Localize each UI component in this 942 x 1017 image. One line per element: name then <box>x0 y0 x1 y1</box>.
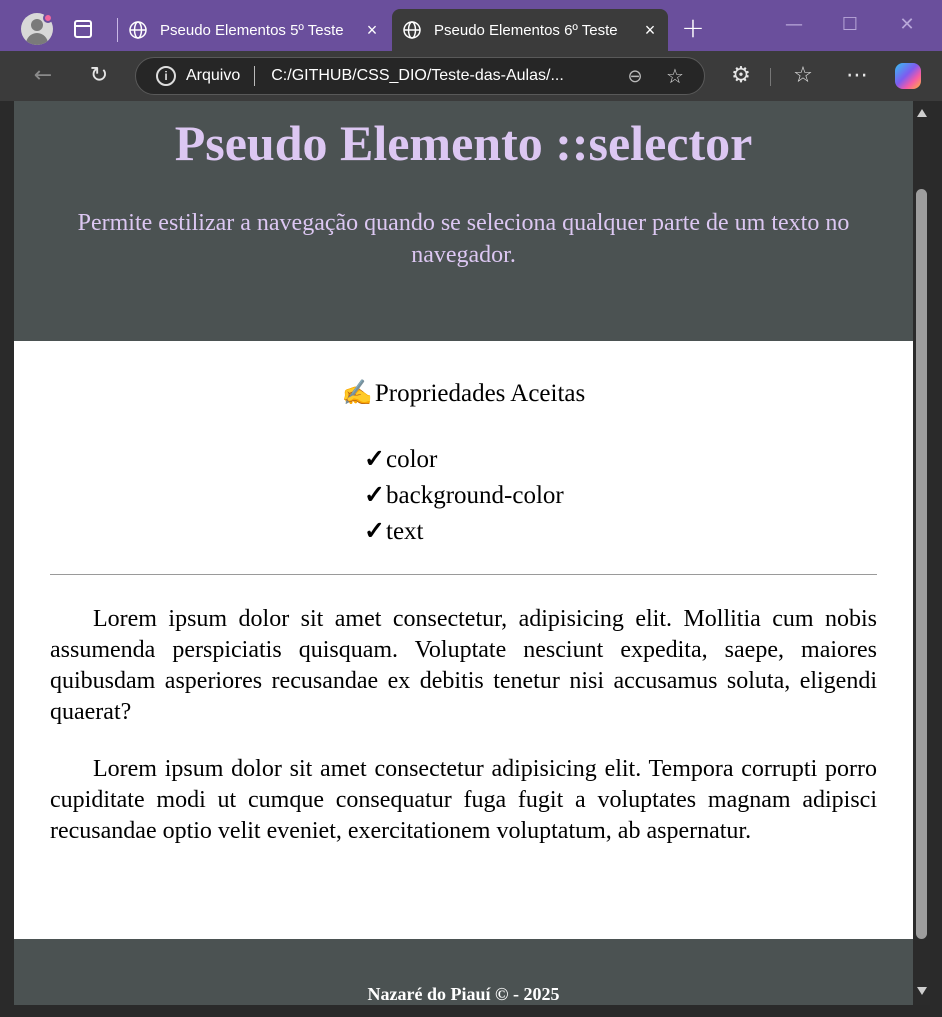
check-icon: ✓ <box>364 446 385 473</box>
window-frame-right <box>930 101 942 1017</box>
page-viewport: Pseudo Elemento ::selector Permite estil… <box>14 101 913 1017</box>
copilot-icon[interactable] <box>895 63 921 89</box>
close-tab-icon[interactable]: × <box>638 18 662 42</box>
window-frame-left <box>0 101 14 1017</box>
accepted-properties-section: ✍️Propriedades Aceitas ✓color ✓backgroun… <box>14 379 913 545</box>
properties-title: Propriedades Aceitas <box>374 380 586 407</box>
horizontal-divider <box>50 574 877 575</box>
properties-list: ✓color ✓background-color ✓text <box>364 442 564 550</box>
more-options-icon[interactable]: ⋯ <box>842 61 872 91</box>
address-bar[interactable]: i Arquivo C:/GITHUB/CSS_DIO/Teste-das-Au… <box>135 57 705 95</box>
page-description: Permite estilizar a navegação quando se … <box>77 210 850 268</box>
profile-notification-badge <box>43 13 53 23</box>
tab-label: Pseudo Elementos 5º Teste <box>160 21 344 39</box>
properties-heading: ✍️Propriedades Aceitas <box>14 379 913 413</box>
window-close-button[interactable]: ✕ <box>893 14 921 38</box>
minimize-button[interactable]: — <box>780 14 808 38</box>
address-url[interactable]: C:/GITHUB/CSS_DIO/Teste-das-Aulas/... <box>271 67 620 85</box>
property-label: text <box>386 518 424 545</box>
globe-icon <box>403 21 421 39</box>
title-bar: Pseudo Elementos 5º Teste × Pseudo Eleme… <box>0 0 942 51</box>
scroll-up-arrow-icon[interactable] <box>917 109 927 117</box>
list-item: ✓background-color <box>364 478 564 514</box>
property-label: background-color <box>386 482 564 509</box>
window-frame-bottom <box>0 1005 942 1017</box>
scroll-down-arrow-icon[interactable] <box>917 987 927 995</box>
vertical-scrollbar[interactable] <box>913 101 930 1005</box>
paragraph: Lorem ipsum dolor sit amet consectetur, … <box>50 606 877 725</box>
check-icon: ✓ <box>364 518 385 545</box>
tab-pseudo-elementos-6[interactable]: Pseudo Elementos 6º Teste × <box>392 9 668 51</box>
info-icon[interactable]: i <box>156 66 176 86</box>
address-separator <box>254 66 256 86</box>
globe-icon <box>129 21 147 39</box>
address-scheme-label: Arquivo <box>186 67 241 84</box>
new-tab-button[interactable]: + <box>680 14 706 42</box>
page-title: Pseudo Elemento ::selector <box>174 115 753 171</box>
back-button[interactable]: ← <box>28 61 58 91</box>
tab-pseudo-elementos-5[interactable]: Pseudo Elementos 5º Teste × <box>118 9 390 51</box>
content-paragraphs: Lorem ipsum dolor sit amet consectetur, … <box>50 604 877 873</box>
writing-hand-icon: ✍️ <box>341 380 373 407</box>
extensions-icon[interactable]: ⚙ <box>728 61 754 91</box>
zoom-out-icon[interactable]: ⊖ <box>620 66 650 87</box>
favorites-list-icon[interactable]: ☆ <box>788 61 818 91</box>
list-item: ✓color <box>364 442 564 478</box>
reload-button[interactable]: ↻ <box>84 61 114 91</box>
footer-text: Nazaré do Piauí © - 2025 <box>367 984 560 1004</box>
tab-actions-icon[interactable] <box>74 20 92 38</box>
tab-label: Pseudo Elementos 6º Teste <box>434 21 618 39</box>
scroll-thumb[interactable] <box>916 189 927 939</box>
list-item: ✓text <box>364 514 564 550</box>
browser-toolbar: ← ↻ i Arquivo C:/GITHUB/CSS_DIO/Teste-da… <box>0 51 942 101</box>
property-label: color <box>386 446 438 473</box>
favorite-star-icon[interactable]: ☆ <box>660 64 690 89</box>
paragraph: Lorem ipsum dolor sit amet consectetur a… <box>50 756 877 844</box>
toolbar-separator <box>770 68 771 86</box>
page-header: Pseudo Elemento ::selector Permite estil… <box>14 101 913 341</box>
close-tab-icon[interactable]: × <box>360 18 384 42</box>
check-icon: ✓ <box>364 482 385 509</box>
maximize-button[interactable]: ☐ <box>836 14 864 38</box>
